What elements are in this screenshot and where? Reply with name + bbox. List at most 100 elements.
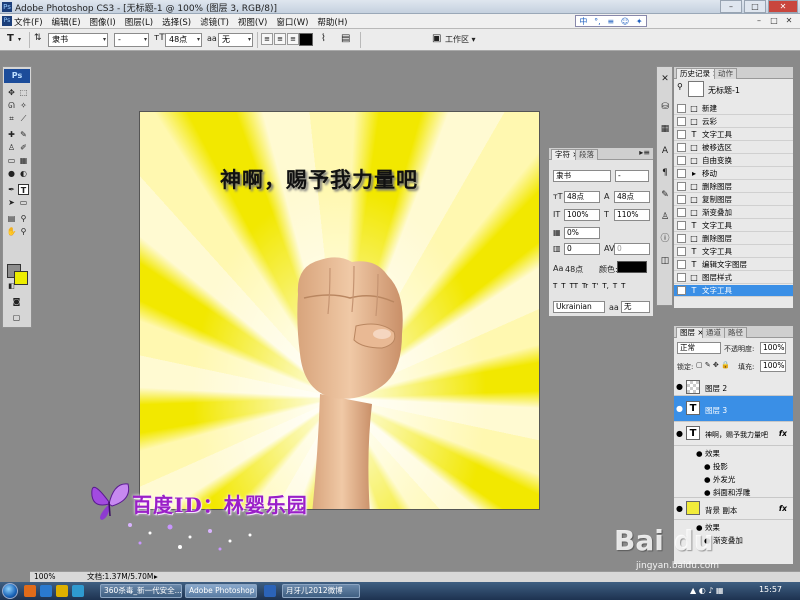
swatches-icon[interactable]: ▦ [659,123,671,135]
all-caps-button[interactable]: TT [570,282,578,290]
history-item[interactable]: □ 被移选区 [674,142,793,154]
layer-comps-icon[interactable]: ◫ [659,255,671,267]
tab-paragraph[interactable]: 段落 [575,149,598,160]
ime-skin[interactable]: ✦ [636,17,643,26]
history-item[interactable]: □ 云彩 [674,116,793,128]
gradient-tool-icon[interactable]: ▦ [18,155,29,166]
menu-image[interactable]: 图像(I) [90,16,116,28]
char-kerning-field[interactable]: 0 [614,243,650,255]
taskbar-app-weibo[interactable]: 月牙儿2012微博 [282,584,360,598]
taskbar-app-360[interactable]: 360杀毒_新一代安全... [100,584,182,598]
eye-icon[interactable]: ● [676,504,683,513]
align-center-icon[interactable]: ≡ [274,33,286,45]
fill-field[interactable]: 100% [760,360,786,372]
antialias-select[interactable]: 无 ▾ [218,33,253,47]
menu-help[interactable]: 帮助(H) [317,16,347,28]
ime-emoji[interactable]: ☺ [621,17,629,26]
magic-wand-tool-icon[interactable]: ✧ [18,100,29,111]
effect-row[interactable]: ● 外发光 [674,472,793,485]
menu-file[interactable]: 文件(F) [14,16,43,28]
blur-tool-icon[interactable]: ● [6,168,17,179]
history-item[interactable]: □ 新建 [674,103,793,115]
eraser-tool-icon[interactable]: ▭ [6,155,17,166]
eye-icon[interactable]: ● [676,382,683,391]
panel-menu-icon[interactable]: ▸≡ [639,148,650,157]
history-item[interactable]: □ 自由变换 [674,155,793,167]
browser-icon[interactable] [72,585,84,597]
layer-row-selected[interactable]: ● T 图层 3 [674,396,793,422]
zoom-tool-icon[interactable]: ⚲ [18,226,29,237]
quicklaunch-icon[interactable] [40,585,52,597]
strikethrough-button[interactable]: T [621,282,625,290]
effect-row[interactable]: ● 斜面和浮雕 [674,485,793,498]
history-brush-tool-icon[interactable]: ✐ [18,142,29,153]
align-right-icon[interactable]: ≡ [287,33,299,45]
menu-edit[interactable]: 编辑(E) [52,16,81,28]
char-baseline-value[interactable]: 48点 [565,264,583,275]
history-item[interactable]: □ 删除图层 [674,233,793,245]
lasso-tool-icon[interactable]: ᘏ [6,100,17,111]
superscript-button[interactable]: T' [592,282,598,290]
brushes-icon[interactable]: ✎ [659,189,671,201]
char-color-swatch[interactable] [617,261,647,273]
menu-view[interactable]: 视图(V) [238,16,267,28]
tools-dock-icon[interactable]: ✕ [659,73,671,85]
tab-channels[interactable]: 通道 [702,327,725,338]
char-font-size-field[interactable]: 48点 [564,191,600,203]
eye-icon[interactable]: ● [676,404,683,413]
ime-punct[interactable]: °, [594,17,601,26]
hand-tool-icon[interactable]: ✋ [6,226,17,237]
effect-row[interactable]: ● 投影 [674,459,793,472]
document-size[interactable]: 文档:1.37M/5.70M [87,572,153,582]
small-caps-button[interactable]: Tr [582,282,588,290]
character-icon[interactable]: A [659,145,671,157]
faux-bold-button[interactable]: T [553,282,557,290]
close-button[interactable]: ✕ [768,0,798,13]
char-tracking-field[interactable]: 0 [564,243,600,255]
brush-tool-icon[interactable]: ✎ [18,129,29,140]
doc-close-button[interactable]: ✕ [782,15,796,27]
char-font-style-select[interactable]: - [615,170,649,182]
history-item[interactable]: □ 渐变叠加 [674,207,793,219]
quick-mask-icon[interactable]: ◙ [11,296,22,307]
history-source-box[interactable] [677,286,686,295]
screen-mode-icon[interactable]: ▢ [11,312,22,323]
bridge-icon[interactable]: ▣ [432,33,441,44]
font-size-select[interactable]: 48点 ▾ [165,33,202,47]
navigator-icon[interactable]: ⛁ [659,101,671,113]
pen-tool-icon[interactable]: ✒ [6,184,17,195]
history-item-selected[interactable]: T 文字工具 [674,285,793,297]
dodge-tool-icon[interactable]: ◐ [18,168,29,179]
char-leading-field[interactable]: 48点 [614,191,650,203]
snapshot-label[interactable]: 无标题-1 [708,85,740,96]
history-source-box[interactable] [677,273,686,282]
history-source-box[interactable] [677,221,686,230]
doc-minimize-button[interactable]: – [752,15,766,27]
align-left-icon[interactable]: ≡ [261,33,273,45]
shape-tool-icon[interactable]: ▭ [18,197,29,208]
paragraph-icon[interactable]: ¶ [659,167,671,179]
history-source-box[interactable] [677,234,686,243]
history-source-box[interactable] [677,104,686,113]
char-hscale-field[interactable]: 110% [614,209,650,221]
char-font-family-select[interactable]: 隶书 [553,170,611,182]
layer-row[interactable]: ● 背景 副本 fx [674,498,793,520]
clone-stamp-tool-icon[interactable]: ♙ [6,142,17,153]
maximize-button[interactable]: □ [744,0,766,13]
document-canvas[interactable]: 神啊，赐予我力量吧 [139,111,540,510]
status-menu-icon[interactable]: ▸ [154,572,158,582]
fx-icon[interactable]: fx [779,429,787,438]
start-button[interactable] [2,583,18,599]
text-orientation-icon[interactable]: ⇅ [34,33,42,43]
marquee-tool-icon[interactable]: ⬚ [18,87,29,98]
layer-row[interactable]: ● T 神啊，赐予我力量吧 fx [674,422,793,446]
layer-row[interactable]: ● 图层 2 [674,378,793,396]
quicklaunch-icon[interactable] [24,585,36,597]
taskbar-app-icon[interactable] [264,585,276,597]
eyedropper-tool-icon[interactable]: ⚲ [18,213,29,224]
tab-actions[interactable]: 动作 [714,68,737,79]
history-source-box[interactable] [677,260,686,269]
menu-select[interactable]: 选择(S) [162,16,191,28]
history-source-box[interactable] [677,247,686,256]
font-style-select[interactable]: - ▾ [114,33,149,47]
